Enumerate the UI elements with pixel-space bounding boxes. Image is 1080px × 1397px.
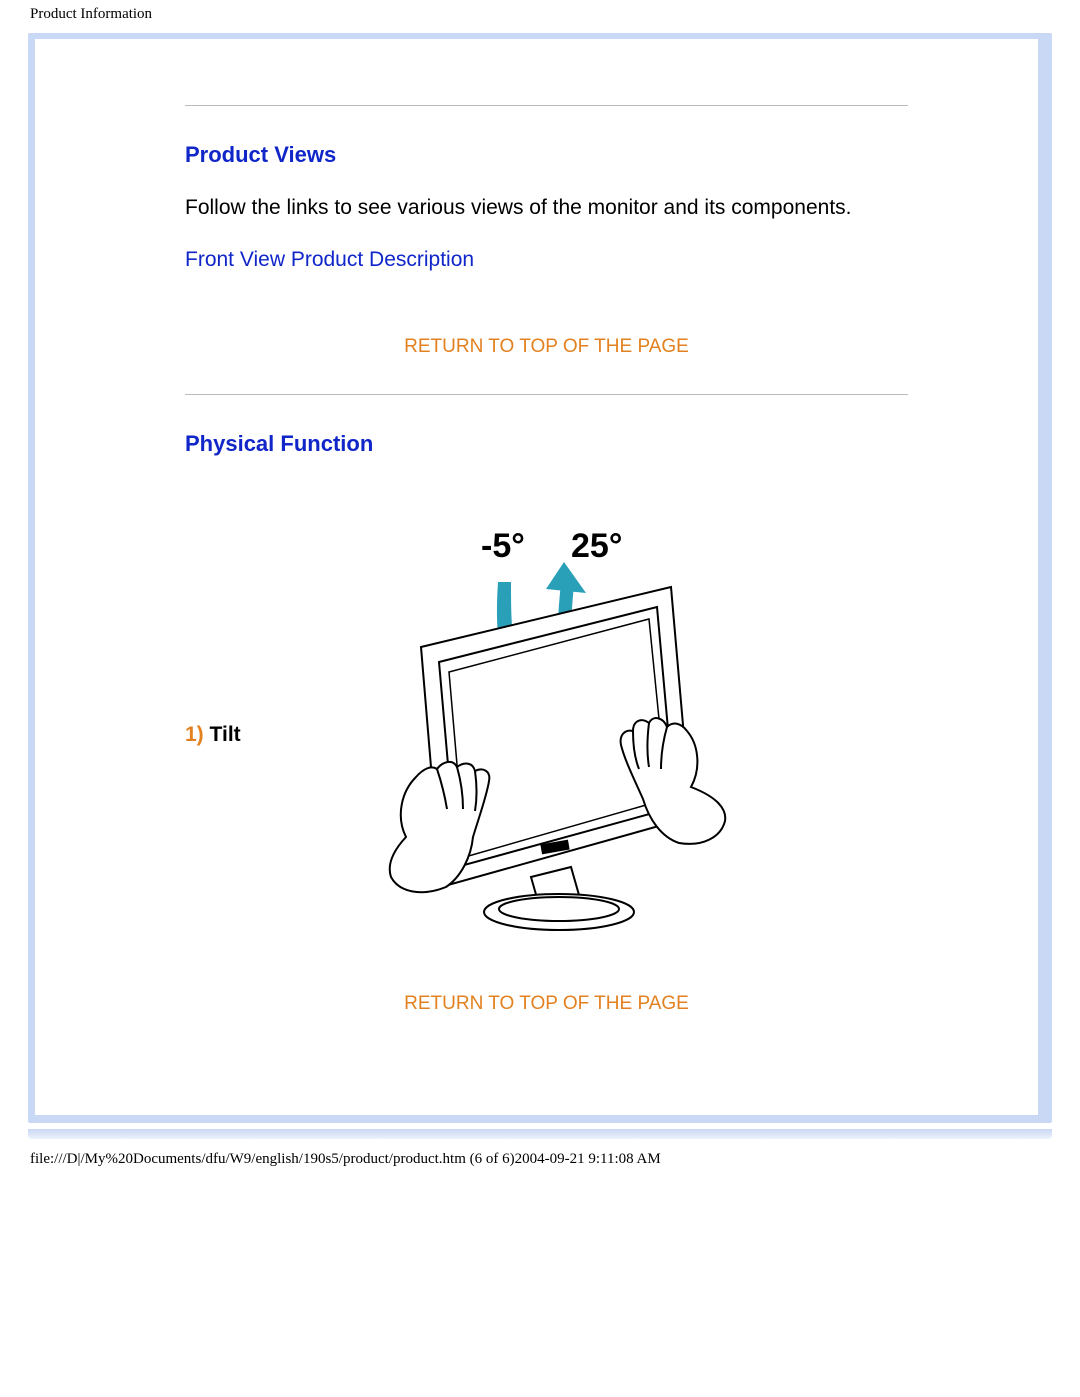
page-header-title: Product Information (0, 0, 1080, 23)
footer-path: file:///D|/My%20Documents/dfu/W9/english… (0, 1139, 1080, 1168)
content-area: Product Views Follow the links to see va… (165, 39, 928, 1115)
tilt-label: 1) Tilt (185, 723, 241, 747)
product-views-body: Follow the links to see various views of… (185, 196, 908, 220)
angle-max-label: 25° (571, 527, 622, 565)
tilt-row: 1) Tilt -5° 25° (185, 517, 908, 953)
divider (185, 105, 908, 106)
frame-bottom-edge (28, 1129, 1052, 1139)
section-heading-product-views: Product Views (185, 142, 908, 168)
page-frame: Product Views Follow the links to see va… (28, 33, 1052, 1123)
front-view-link[interactable]: Front View Product Description (185, 248, 474, 272)
angle-min-label: -5° (481, 527, 525, 565)
tilt-item-word: Tilt (210, 723, 241, 746)
return-to-top-link[interactable]: RETURN TO TOP OF THE PAGE (185, 993, 908, 1015)
tilt-illustration: -5° 25° (361, 517, 741, 953)
content-frame: Product Views Follow the links to see va… (35, 39, 1045, 1115)
divider (185, 394, 908, 395)
section-heading-physical-function: Physical Function (185, 431, 908, 457)
tilt-item-number: 1) (185, 723, 204, 746)
return-to-top-link[interactable]: RETURN TO TOP OF THE PAGE (185, 336, 908, 358)
